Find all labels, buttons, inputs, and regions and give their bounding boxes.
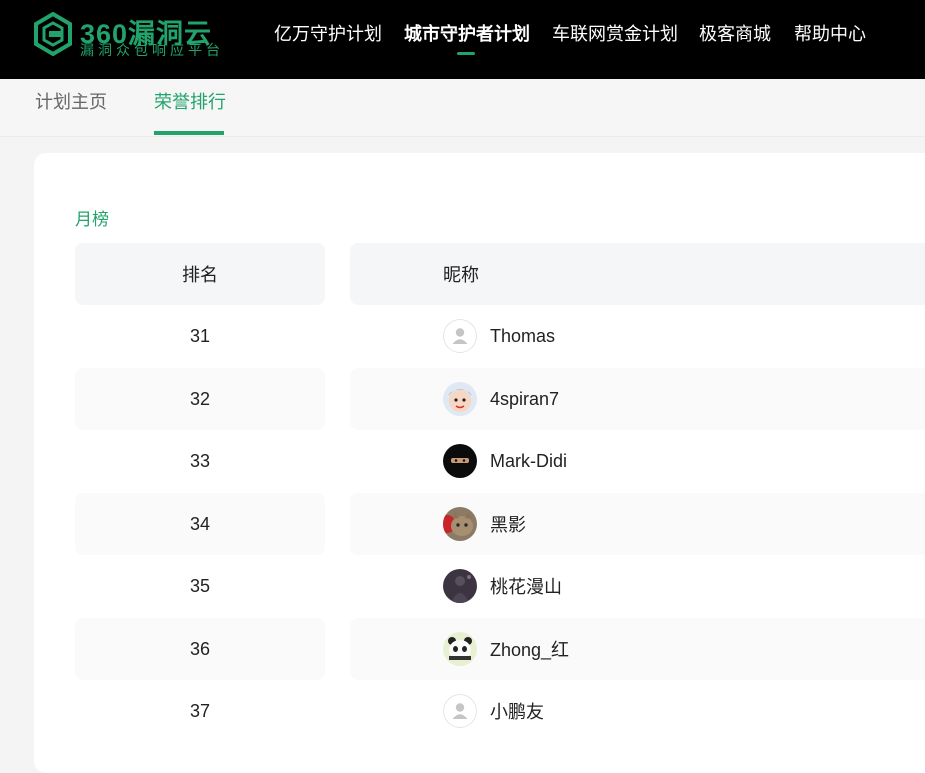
table-row-nickname: Mark-Didi [350, 430, 925, 492]
nickname-text[interactable]: 黑影 [490, 511, 526, 537]
nav-item-yiwan[interactable]: 亿万守护计划 [274, 22, 382, 46]
default-avatar-icon[interactable] [443, 319, 477, 353]
nav-active-indicator [457, 52, 475, 55]
nickname-text[interactable]: Thomas [490, 326, 555, 347]
sub-navbar: 计划主页 荣誉排行 [0, 79, 925, 137]
column-header-nickname: 昵称 [350, 243, 925, 305]
nickname-text[interactable]: Zhong_红 [490, 636, 569, 662]
rank-value: 31 [189, 325, 211, 346]
table-row-nickname: Zhong_红 [350, 618, 925, 680]
top-navbar: 360漏洞云 漏洞众包响应平台 亿万守护计划 城市守护者计划 车联网赏金计划 极… [0, 0, 925, 79]
table-row-rank: 31 [75, 305, 325, 367]
nickname-text[interactable]: 4spiran7 [490, 389, 559, 410]
rank-value: 33 [189, 450, 211, 471]
rank-value: 36 [189, 638, 211, 659]
nav-item-city-guardian[interactable]: 城市守护者计划 [404, 22, 530, 46]
table-row-rank: 36 [75, 618, 325, 680]
cartoon-boy-avatar[interactable] [443, 382, 477, 416]
tab-plan-home[interactable]: 计划主页 [35, 88, 107, 114]
rank-value: 37 [189, 700, 211, 721]
section-title-monthly[interactable]: 月榜 [75, 205, 109, 230]
ranking-card: 月榜 排名 昵称 31 Thomas 32 4spiran7 33 Mark-D… [34, 153, 925, 773]
nickname-text[interactable]: 小鹏友 [490, 698, 544, 724]
table-row-nickname: 4spiran7 [350, 368, 925, 430]
nav-item-iov-bounty[interactable]: 车联网赏金计划 [552, 22, 678, 46]
rank-value: 35 [189, 575, 211, 596]
cat-photo-avatar[interactable] [443, 507, 477, 541]
rank-value: 34 [189, 513, 211, 534]
table-row-rank: 32 [75, 368, 325, 430]
column-header-nickname-label: 昵称 [443, 265, 479, 285]
nav-item-help-center[interactable]: 帮助中心 [794, 22, 866, 46]
rank-value: 32 [189, 388, 211, 409]
table-row-nickname: Thomas [350, 305, 925, 367]
tab-honor-ranking[interactable]: 荣誉排行 [154, 88, 226, 114]
table-row-nickname: 桃花漫山 [350, 555, 925, 617]
default-avatar-icon[interactable] [443, 694, 477, 728]
dark-figure-avatar[interactable] [443, 569, 477, 603]
table-row-rank: 33 [75, 430, 325, 492]
nickname-text[interactable]: 桃花漫山 [490, 573, 562, 599]
logo[interactable]: 360漏洞云 漏洞众包响应平台 [33, 11, 233, 58]
table-row-nickname: 黑影 [350, 493, 925, 555]
table-row-nickname: 小鹏友 [350, 680, 925, 742]
table-row-rank: 34 [75, 493, 325, 555]
table-row-rank: 37 [75, 680, 325, 742]
nickname-text[interactable]: Mark-Didi [490, 451, 567, 472]
masked-ninja-avatar[interactable] [443, 444, 477, 478]
column-header-rank-label: 排名 [182, 265, 218, 285]
panda-avatar[interactable] [443, 632, 477, 666]
logo-hexagon-icon [34, 11, 72, 57]
nav-item-geek-mall[interactable]: 极客商城 [699, 22, 771, 46]
logo-subtitle: 漏洞众包响应平台 [80, 42, 224, 58]
table-row-rank: 35 [75, 555, 325, 617]
tab-active-indicator [154, 131, 224, 135]
column-header-rank: 排名 [75, 243, 325, 305]
